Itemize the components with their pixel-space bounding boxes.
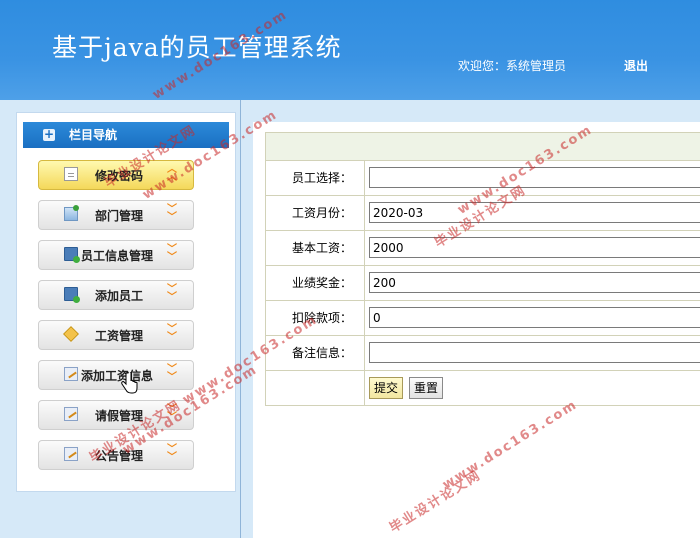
sidebar-item-label: 添加工资信息 (81, 369, 154, 383)
field-label: 工资月份： (266, 196, 365, 230)
field-label: 业绩奖金： (266, 266, 365, 300)
employee-select-input[interactable] (369, 167, 700, 188)
form-button-row: 提交 重置 (266, 371, 700, 406)
sidebar-item-label: 添加员工 (95, 289, 144, 303)
sidebar-item-label: 请假管理 (95, 409, 144, 423)
sidebar-header: + 栏目导航 (23, 122, 229, 148)
document-icon (64, 167, 78, 181)
form-row: 基本工资： (266, 231, 700, 266)
top-header: 基于java的员工管理系统 欢迎您：系统管理员 退出 (0, 0, 700, 100)
edit-icon (64, 447, 78, 461)
base-salary-input[interactable] (369, 237, 700, 258)
form-row: 备注信息： (266, 336, 700, 371)
chevron-up-icon: ︿ ︿ (167, 164, 177, 183)
form-row: 工资月份： (266, 196, 700, 231)
chevron-down-icon: ﹀ ﹀ (167, 244, 177, 263)
sidebar-item-notice[interactable]: 公告管理 ﹀ ﹀ (38, 440, 194, 470)
deduction-input[interactable] (369, 307, 700, 328)
sidebar-item-leave[interactable]: 请假管理 ﹀ ﹀ (38, 400, 194, 430)
monitor-user-icon (64, 247, 80, 263)
edit-icon (64, 367, 78, 381)
remark-input[interactable] (369, 342, 700, 363)
sidebar-item-label: 工资管理 (95, 329, 144, 343)
edit-icon (64, 407, 78, 421)
box-icon (63, 326, 79, 342)
chevron-down-icon: ﹀ ﹀ (167, 324, 177, 343)
salary-form: 员工选择： 工资月份： 基本工资： 业绩奖金： 扣除款项： 备注信息： (265, 132, 700, 406)
content-frame: 员工选择： 工资月份： 基本工资： 业绩奖金： 扣除款项： 备注信息： (241, 100, 700, 538)
form-row: 扣除款项： (266, 301, 700, 336)
welcome-text: 欢迎您：系统管理员 (458, 59, 567, 73)
hand-cursor-icon (121, 372, 138, 394)
sidebar-item-label: 部门管理 (95, 209, 144, 223)
content-panel: 员工选择： 工资月份： 基本工资： 业绩奖金： 扣除款项： 备注信息： (253, 122, 700, 538)
sidebar-item-salary[interactable]: 工资管理 ﹀ ﹀ (38, 320, 194, 350)
chevron-down-icon: ﹀ ﹀ (167, 204, 177, 223)
form-buttons: 提交 重置 (369, 377, 449, 399)
field-label: 基本工资： (266, 231, 365, 265)
empty-label-cell (266, 371, 365, 405)
sidebar-item-add-employee[interactable]: 添加员工 ﹀ ﹀ (38, 280, 194, 310)
sidebar-item-employee-info[interactable]: 员工信息管理 ﹀ ﹀ (38, 240, 194, 270)
sidebar-item-label: 员工信息管理 (81, 249, 154, 263)
salary-month-input[interactable] (369, 202, 700, 223)
sidebar-item-department[interactable]: 部门管理 ﹀ ﹀ (38, 200, 194, 230)
bonus-input[interactable] (369, 272, 700, 293)
form-header-row (266, 133, 700, 161)
sidebar: + 栏目导航 修改密码 ︿ ︿ 部门管理 ﹀ ﹀ 员工信息管理 ﹀ ﹀ 添加员工 ﹀ ﹀… (16, 112, 236, 492)
form-row: 业绩奖金： (266, 266, 700, 301)
field-label: 员工选择： (266, 161, 365, 195)
sidebar-item-label: 公告管理 (95, 449, 144, 463)
reset-button[interactable]: 重置 (409, 377, 444, 399)
chevron-down-icon: ﹀ ﹀ (167, 364, 177, 383)
chevron-down-icon: ﹀ ﹀ (167, 284, 177, 303)
submit-button[interactable]: 提交 (369, 377, 404, 399)
chevron-down-icon: ﹀ ﹀ (167, 444, 177, 463)
field-label: 备注信息： (266, 336, 365, 370)
monitor-user-icon (64, 287, 80, 303)
arrow-up-icon (64, 205, 79, 221)
field-label: 扣除款项： (266, 301, 365, 335)
logout-link[interactable]: 退出 (624, 57, 648, 74)
app-title: 基于java的员工管理系统 (52, 33, 342, 62)
left-frame: + 栏目导航 修改密码 ︿ ︿ 部门管理 ﹀ ﹀ 员工信息管理 ﹀ ﹀ 添加员工 ﹀ ﹀… (0, 100, 241, 538)
sidebar-item-label: 修改密码 (95, 169, 144, 183)
sidebar-item-add-salary[interactable]: 添加工资信息 ﹀ ﹀ (38, 360, 194, 390)
form-row: 员工选择： (266, 161, 700, 196)
sidebar-title: 栏目导航 (69, 128, 118, 142)
plus-icon: + (43, 127, 55, 141)
chevron-down-icon: ﹀ ﹀ (167, 404, 177, 423)
sidebar-item-change-password[interactable]: 修改密码 ︿ ︿ (38, 160, 194, 190)
